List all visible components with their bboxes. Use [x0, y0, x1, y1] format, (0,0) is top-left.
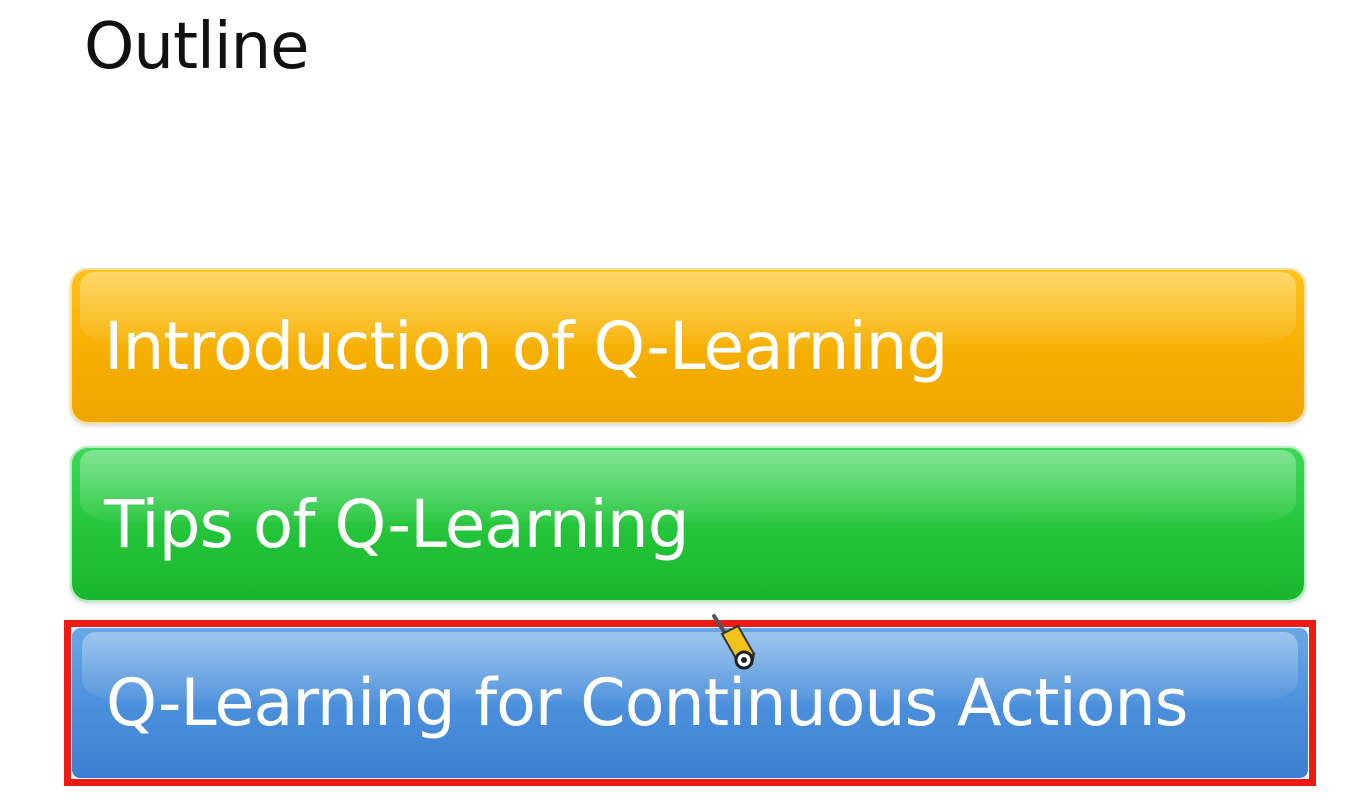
slide: Outline Introduction of Q-Learning Tips … — [0, 0, 1368, 810]
outline-item-continuous-actions: Q-Learning for Continuous Actions — [72, 628, 1308, 778]
outline-item-label: Q-Learning for Continuous Actions — [106, 665, 1189, 741]
pencil-cursor-icon — [712, 614, 756, 670]
slide-title: Outline — [84, 10, 310, 84]
outline-item-label: Introduction of Q-Learning — [104, 307, 948, 385]
outline-item-tips: Tips of Q-Learning — [70, 446, 1306, 602]
outline-item-label: Tips of Q-Learning — [104, 485, 690, 563]
outline-item-introduction: Introduction of Q-Learning — [70, 268, 1306, 424]
